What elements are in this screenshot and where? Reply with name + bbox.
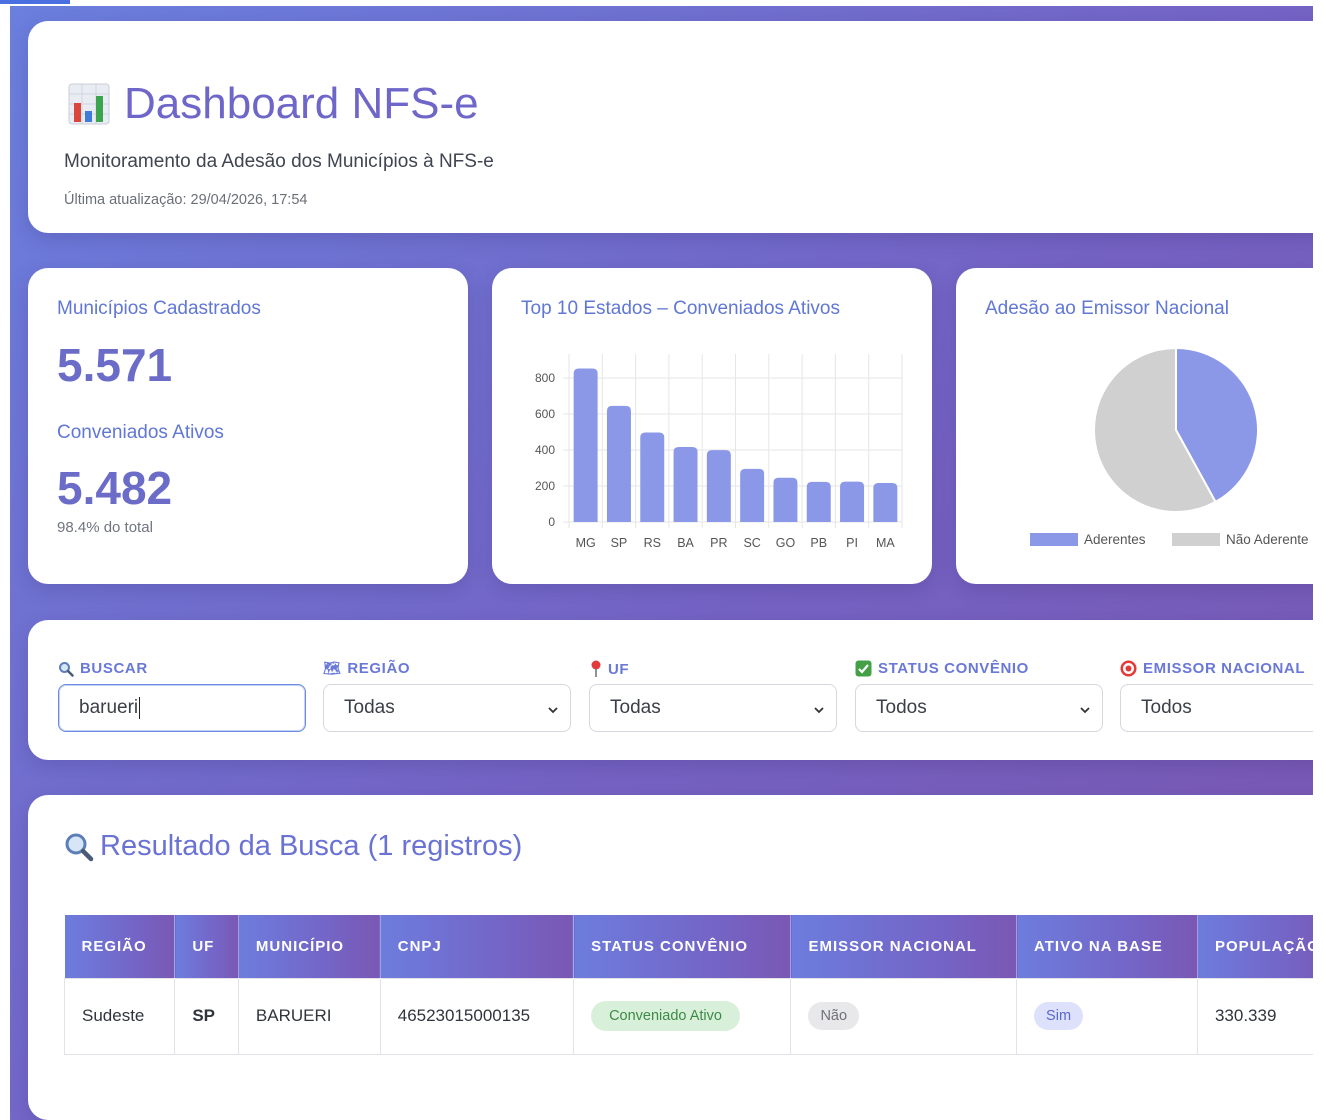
active-percent-note: 98.4% do total — [57, 519, 153, 536]
table-header-row: REGIÃO UF MUNICÍPIO CNPJ STATUS CONVÊNIO… — [64, 915, 1313, 978]
table-row[interactable]: Sudeste SP BARUERI 46523015000135 Conven… — [63, 977, 1313, 1055]
chevron-down-icon — [548, 707, 558, 714]
search-input[interactable]: barueri — [58, 684, 306, 732]
bar-go — [773, 477, 798, 522]
y-tick-label: 400 — [535, 443, 555, 457]
col-municipio[interactable]: MUNICÍPIO — [238, 915, 381, 978]
emissor-filter-label: EMISSOR NACIONAL — [1120, 660, 1305, 677]
bar-ba — [673, 446, 698, 522]
bar-chart-icon — [68, 83, 110, 125]
top-accent-strip — [0, 0, 70, 4]
page-subtitle: Monitoramento da Adesão dos Municípios à… — [64, 151, 494, 172]
bar-pb — [806, 481, 831, 522]
emissor-badge: Não — [808, 1002, 860, 1030]
header-card: Dashboard NFS-e Monitoramento da Adesão … — [28, 21, 1313, 233]
bar-sc — [740, 468, 765, 522]
page-background: Dashboard NFS-e Monitoramento da Adesão … — [10, 6, 1313, 1120]
x-tick-label: MA — [876, 536, 895, 550]
active-value: 5.482 — [57, 462, 173, 514]
last-updated-text: Última atualização: 29/04/2026, 17:54 — [64, 192, 308, 208]
legend-label-nao-aderentes: Não Aderente — [1226, 532, 1309, 547]
municipalities-stat-card: Municípios Cadastrados 5.571 Conveniados… — [28, 268, 468, 584]
page-title: Dashboard NFS-e — [68, 79, 479, 129]
x-tick-label: MG — [576, 536, 596, 550]
x-tick-label: BA — [677, 536, 694, 550]
x-tick-label: SC — [743, 536, 760, 550]
page-title-text: Dashboard NFS-e — [124, 79, 479, 128]
target-icon — [1120, 660, 1137, 677]
region-select[interactable]: Todas — [323, 684, 571, 732]
registered-value: 5.571 — [57, 339, 173, 391]
pie-chart-title: Adesão ao Emissor Nacional — [985, 298, 1229, 319]
cell-municipio: BARUERI — [237, 977, 381, 1055]
checkbox-icon — [855, 660, 872, 677]
uf-filter-label: UF — [590, 660, 629, 678]
search-filter-label: BUSCAR — [58, 660, 148, 677]
chevron-down-icon — [1080, 707, 1090, 714]
bar-pr — [706, 450, 731, 522]
chevron-down-icon — [814, 707, 824, 714]
cell-cnpj: 46523015000135 — [379, 977, 575, 1055]
y-tick-label: 200 — [535, 479, 555, 493]
col-regiao[interactable]: REGIÃO — [64, 915, 176, 978]
y-tick-label: 600 — [535, 407, 555, 421]
col-status[interactable]: STATUS CONVÊNIO — [573, 915, 792, 978]
emissor-select[interactable]: Todos — [1120, 684, 1313, 732]
status-select[interactable]: Todos — [855, 684, 1103, 732]
bar-rs — [640, 432, 665, 522]
x-tick-label: GO — [776, 536, 796, 550]
x-tick-label: RS — [644, 536, 661, 550]
col-cnpj[interactable]: CNPJ — [380, 915, 575, 978]
text-cursor — [139, 696, 141, 719]
active-label: Conveniados Ativos — [57, 422, 224, 443]
x-tick-label: PB — [810, 536, 827, 550]
results-table: REGIÃO UF MUNICÍPIO CNPJ STATUS CONVÊNIO… — [63, 915, 1313, 1055]
cell-emissor: Não — [790, 977, 1018, 1055]
cell-uf: SP — [174, 977, 239, 1055]
map-icon: 🗺 — [323, 660, 342, 676]
status-filter-label: STATUS CONVÊNIO — [855, 660, 1029, 677]
emissor-adhesion-card: Adesão ao Emissor Nacional Aderentes Não … — [956, 268, 1313, 584]
status-badge: Conveniado Ativo — [591, 1001, 740, 1031]
bar-pi — [840, 481, 865, 522]
x-tick-label: PR — [710, 536, 727, 550]
legend-label-aderentes: Aderentes — [1084, 532, 1146, 547]
pie-chart: Aderentes Não Aderente — [1030, 346, 1309, 547]
y-tick-label: 0 — [548, 515, 555, 529]
cell-ativo: Sim — [1016, 977, 1198, 1055]
filters-card: BUSCAR barueri 🗺 REGIÃO Todas UF Todas S… — [28, 620, 1313, 760]
results-title: Resultado da Busca (1 registros) — [64, 830, 522, 863]
uf-select[interactable]: Todas — [589, 684, 837, 732]
legend-swatch-nao-aderentes — [1172, 533, 1220, 546]
cell-regiao: Sudeste — [63, 977, 176, 1055]
region-filter-label: 🗺 REGIÃO — [323, 660, 411, 677]
pin-icon — [591, 660, 601, 677]
bar-ma — [873, 482, 898, 522]
bar-chart-title: Top 10 Estados – Conveniados Ativos — [521, 298, 840, 319]
bar-mg — [573, 368, 598, 522]
cell-populacao: 330.339 — [1196, 977, 1313, 1055]
legend-swatch-aderentes — [1030, 533, 1078, 546]
bar-sp — [606, 405, 631, 522]
cell-status: Conveniado Ativo — [573, 977, 792, 1055]
col-ativo[interactable]: ATIVO NA BASE — [1016, 915, 1198, 978]
top-states-chart-card: Top 10 Estados – Conveniados Ativos 0 200… — [492, 268, 932, 584]
ativo-badge: Sim — [1034, 1002, 1084, 1030]
col-populacao[interactable]: POPULAÇÃO — [1197, 915, 1313, 978]
x-tick-label: PI — [846, 536, 858, 550]
col-uf[interactable]: UF — [174, 915, 239, 978]
magnifier-icon — [59, 661, 74, 677]
col-emissor[interactable]: EMISSOR NACIONAL — [790, 915, 1018, 978]
registered-label: Municípios Cadastrados — [57, 298, 261, 319]
x-tick-label: SP — [611, 536, 628, 550]
bar-chart: 0 200 400 600 800 MG SP RS BA PR SC GO PB PI MA — [535, 354, 903, 550]
y-tick-label: 800 — [535, 371, 555, 385]
magnifier-icon — [65, 833, 94, 861]
results-card: Resultado da Busca (1 registros) REGIÃO … — [28, 795, 1313, 1120]
